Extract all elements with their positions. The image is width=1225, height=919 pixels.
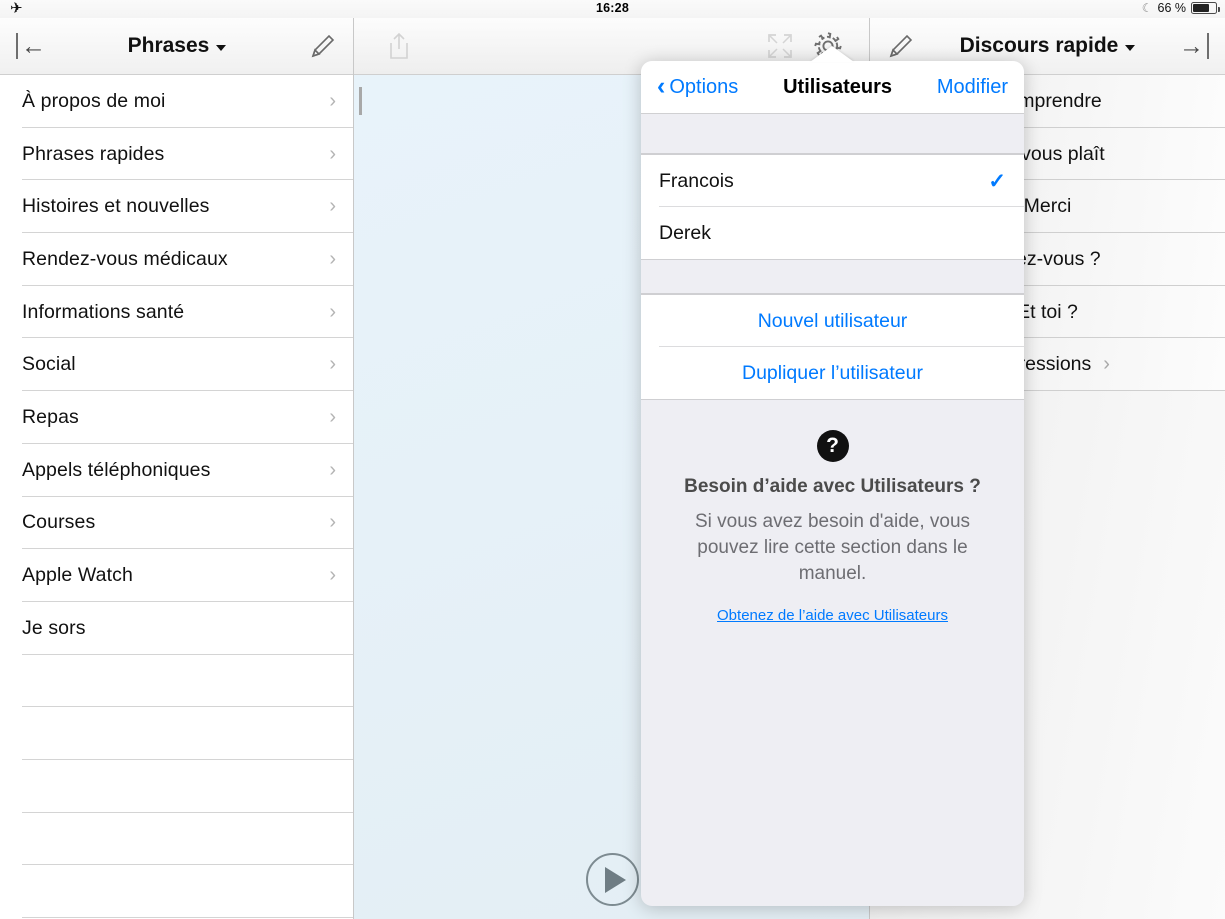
popover-help-section: ? Besoin d’aide avec Utilisateurs ? Si v… [641, 400, 1024, 625]
list-item[interactable]: Courses › [0, 497, 354, 550]
chevron-right-icon: › [329, 195, 336, 218]
phrases-header: ← Phrases [0, 18, 354, 75]
users-list[interactable]: Francois ✓ Derek [641, 154, 1024, 260]
checkmark-icon: ✓ [988, 169, 1006, 193]
popover-back-label: Options [669, 75, 739, 98]
divider-left [353, 18, 354, 919]
phrases-list[interactable]: À propos de moi › Phrases rapides › Histoire… [0, 75, 354, 919]
list-item[interactable]: Informations santé › [0, 286, 354, 339]
user-name: Francois [659, 169, 734, 192]
forward-to-end-arrow-icon: → [1179, 33, 1209, 59]
app-window: ✈ 16:28 ☾ 66 % ← Phrases À propos de moi… [0, 0, 1225, 919]
list-item-label: Social [22, 353, 76, 376]
caret-down-icon [216, 44, 227, 51]
list-item[interactable]: Appels téléphoniques › [0, 444, 354, 497]
chevron-right-icon: › [329, 353, 336, 376]
chevron-right-icon: › [329, 511, 336, 534]
popover-back-button[interactable]: ‹ Options [657, 72, 739, 100]
expand-fullscreen-button[interactable] [766, 32, 794, 60]
list-item-label: Informations santé [22, 300, 185, 323]
chevron-right-icon: › [329, 300, 336, 323]
list-item-label: Apple Watch [22, 564, 133, 587]
list-item-label: Repas [22, 405, 79, 428]
quick-speech-title-dropdown[interactable]: Discours rapide [932, 34, 1163, 58]
status-bar-right: ☾ 66 % [1141, 1, 1220, 15]
chevron-right-icon: › [329, 458, 336, 481]
list-item-label: Appels téléphoniques [22, 458, 211, 481]
list-item[interactable]: Rendez-vous médicaux › [0, 233, 354, 286]
list-item[interactable]: Je sors [0, 602, 354, 655]
list-item-label: Je sors [22, 616, 86, 639]
moon-do-not-disturb-icon: ☾ [1141, 1, 1153, 15]
popover-edit-button[interactable]: Modifier [937, 76, 1008, 99]
status-bar: ✈ 16:28 ☾ 66 % [0, 0, 1225, 18]
list-item-label: Rendez-vous médicaux [22, 247, 228, 270]
phrases-panel: ← Phrases À propos de moi › Phrases rapide… [0, 18, 354, 919]
chevron-right-icon: › [1103, 353, 1110, 376]
share-upload-icon [390, 32, 408, 59]
pencil-edit-icon [889, 34, 913, 58]
list-item[interactable]: Repas › [0, 391, 354, 444]
chevron-right-icon: › [329, 89, 336, 112]
list-item[interactable]: Histoires et nouvelles › [0, 180, 354, 234]
popover-actions[interactable]: Nouvel utilisateur Dupliquer l’utilisateu… [641, 294, 1024, 400]
expand-fullscreen-icon [768, 34, 792, 58]
chevron-left-icon: ‹ [657, 72, 666, 100]
edit-phrases-button[interactable] [292, 18, 354, 75]
list-item-empty [0, 707, 354, 760]
page-title: Phrases [127, 34, 210, 57]
help-body: Si vous avez besoin d'aide, vous pouvez … [694, 511, 971, 584]
back-to-start-arrow-icon: ← [16, 33, 46, 59]
user-row[interactable]: Derek [641, 207, 1024, 259]
list-item-empty [0, 865, 354, 918]
share-button[interactable] [354, 31, 444, 61]
list-item-label: Histoires et nouvelles [22, 195, 210, 218]
phrases-title-dropdown[interactable]: Phrases [62, 34, 292, 58]
popover-action-button[interactable]: Dupliquer l’utilisateur [641, 347, 1024, 399]
chevron-right-icon: › [329, 142, 336, 165]
quick-speech-title: Discours rapide [959, 34, 1119, 57]
text-cursor [359, 87, 362, 115]
battery-percent-label: 66 % [1157, 1, 1187, 15]
chevron-right-icon: › [329, 564, 336, 587]
pencil-edit-icon [311, 34, 335, 58]
chevron-right-icon: › [329, 405, 336, 428]
users-popover: ‹ Options Utilisateurs Modifier Francois… [641, 61, 1024, 906]
list-item[interactable]: À propos de moi › [0, 75, 354, 128]
popover-title: Utilisateurs [783, 75, 893, 98]
list-item-empty [0, 760, 354, 813]
user-name: Derek [659, 221, 712, 244]
help-heading: Besoin d’aide avec Utilisateurs ? [684, 476, 981, 497]
popover-navbar: ‹ Options Utilisateurs Modifier [641, 61, 1024, 114]
quick-phrase-label: Merci [1023, 195, 1072, 218]
popover-action-button[interactable]: Nouvel utilisateur [641, 295, 1024, 347]
separator [22, 917, 354, 918]
list-item[interactable]: Apple Watch › [0, 549, 354, 602]
chevron-right-icon: › [329, 247, 336, 270]
popover-spacer-mid [641, 260, 1024, 294]
back-to-start-button[interactable]: ← [0, 18, 62, 75]
list-item[interactable]: Social › [0, 338, 354, 392]
list-item-label: Courses [22, 511, 96, 534]
list-item[interactable]: Phrases rapides › [0, 128, 354, 181]
user-row[interactable]: Francois ✓ [641, 155, 1024, 207]
list-item-empty [0, 813, 354, 866]
status-bar-time: 16:28 [596, 1, 629, 15]
play-speak-icon [605, 866, 626, 893]
battery-icon [1191, 2, 1220, 14]
play-speak-button[interactable] [586, 853, 639, 906]
caret-down-icon [1125, 44, 1136, 51]
list-item-label: Phrases rapides [22, 142, 165, 165]
forward-to-end-button[interactable]: → [1163, 18, 1225, 75]
help-link[interactable]: Obtenez de l’aide avec Utilisateurs [717, 607, 948, 624]
question-mark-icon: ? [816, 430, 849, 462]
quick-phrase-label: Et toi ? [1017, 300, 1078, 323]
list-item-label: À propos de moi [22, 89, 166, 112]
popover-arrow [810, 46, 854, 62]
list-item-empty [0, 655, 354, 708]
popover-spacer-top [641, 114, 1024, 154]
